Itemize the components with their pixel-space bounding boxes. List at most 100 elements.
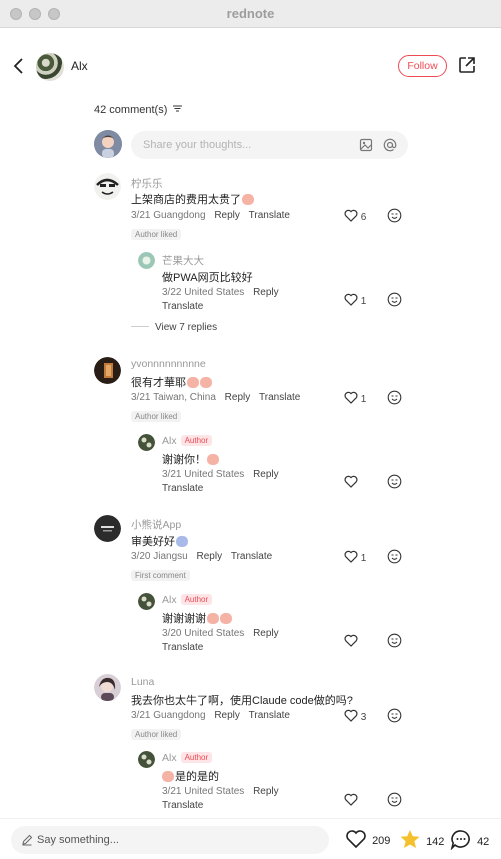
bottom-action-bar: Say something... 209 142 42 xyxy=(0,818,501,859)
share-icon[interactable] xyxy=(458,56,476,74)
reply-location: United States xyxy=(184,469,245,480)
translate-button[interactable]: Translate xyxy=(162,800,203,811)
emoji-reaction-icon[interactable] xyxy=(387,208,402,223)
heart-icon xyxy=(344,550,358,563)
reply-button[interactable]: Reply xyxy=(253,469,279,480)
mention-icon[interactable] xyxy=(383,138,397,152)
reply-location: United States xyxy=(184,628,245,639)
post-like-button[interactable]: 209 xyxy=(345,829,390,849)
reply-text: 谢谢你！ xyxy=(162,451,219,467)
reply-button[interactable]: Reply xyxy=(253,628,279,639)
heart-icon xyxy=(344,793,358,806)
image-icon[interactable] xyxy=(359,138,373,152)
like-button[interactable]: 1 xyxy=(344,391,366,405)
like-button[interactable]: 1 xyxy=(344,550,366,564)
post-collect-button[interactable]: 142 xyxy=(399,829,444,850)
like-button[interactable] xyxy=(344,793,358,807)
translate-button[interactable]: Translate xyxy=(231,551,272,562)
commenter-name[interactable]: 小熊说App xyxy=(131,517,181,532)
commenter-avatar[interactable] xyxy=(94,357,121,384)
emoji-reaction-icon[interactable] xyxy=(387,549,402,564)
first-comment-badge: First comment xyxy=(131,570,190,581)
like-button[interactable] xyxy=(344,634,358,648)
like-button[interactable]: 6 xyxy=(344,209,366,223)
replier-name[interactable]: 芒果大大 xyxy=(162,253,204,268)
view-more-replies[interactable]: View 7 replies xyxy=(131,322,217,333)
comment-text: 上架商店的费用太贵了 xyxy=(131,191,254,207)
emoji-icon xyxy=(207,454,219,465)
translate-button[interactable]: Translate xyxy=(162,642,203,653)
comment-meta: 3/20 Jiangsu Reply Translate xyxy=(131,551,272,562)
author-name[interactable]: Alx xyxy=(71,59,88,73)
emoji-reaction-icon[interactable] xyxy=(387,474,402,489)
emoji-reaction-icon[interactable] xyxy=(387,708,402,723)
reply-button[interactable]: Reply xyxy=(253,786,279,797)
reply-meta: 3/22 United States Reply xyxy=(162,287,279,298)
emoji-reaction-icon[interactable] xyxy=(387,292,402,307)
author-tag: Author xyxy=(180,594,213,605)
comment-bubble-icon xyxy=(450,830,470,851)
post-collect-count: 142 xyxy=(426,836,445,848)
commenter-avatar[interactable] xyxy=(94,674,121,701)
emoji-reaction-icon[interactable] xyxy=(387,633,402,648)
reply-date: 3/21 xyxy=(162,786,182,797)
translate-button[interactable]: Translate xyxy=(249,710,290,721)
like-button[interactable]: 3 xyxy=(344,709,366,723)
translate-button[interactable]: Translate xyxy=(249,210,290,221)
divider-line xyxy=(131,326,149,327)
comment-text-content: 上架商店的费用太贵了 xyxy=(131,194,241,206)
reply-button[interactable]: Reply xyxy=(214,210,240,221)
comment-location: Guangdong xyxy=(153,710,206,721)
comment-location: Jiangsu xyxy=(153,551,188,562)
commenter-name[interactable]: 柠乐乐 xyxy=(131,176,163,191)
commenter-avatar[interactable] xyxy=(94,173,121,200)
author-avatar[interactable] xyxy=(36,53,64,81)
emoji-icon xyxy=(220,613,232,624)
translate-button[interactable]: Translate xyxy=(162,483,203,494)
emoji-reaction-icon[interactable] xyxy=(387,792,402,807)
author-liked-badge: Author liked xyxy=(131,729,182,740)
reply-button[interactable]: Reply xyxy=(214,710,240,721)
emoji-reaction-icon[interactable] xyxy=(387,390,402,405)
comment-meta: 3/21 Guangdong Reply Translate xyxy=(131,710,290,721)
comment-input-placeholder: Share your thoughts... xyxy=(143,139,252,151)
replier-avatar[interactable] xyxy=(138,252,155,269)
like-count: 1 xyxy=(360,394,367,405)
emoji-icon xyxy=(162,771,174,782)
commenter-name[interactable]: yvonnnnnnnnne xyxy=(131,358,206,370)
replier-name-text[interactable]: Alx xyxy=(162,752,177,764)
post-comment-button[interactable]: 42 xyxy=(450,829,489,851)
replier-name-text[interactable]: Alx xyxy=(162,435,177,447)
reply-date: 3/22 xyxy=(162,287,182,298)
reply-text-content: 是的是的 xyxy=(175,771,219,783)
translate-button[interactable]: Translate xyxy=(162,301,203,312)
current-user-avatar xyxy=(94,130,122,158)
heart-icon xyxy=(344,475,358,488)
comment-location: Taiwan, China xyxy=(153,392,216,403)
say-something-input[interactable]: Say something... xyxy=(11,826,329,854)
author-tag: Author xyxy=(180,435,213,446)
replier-avatar[interactable] xyxy=(138,751,155,768)
reply-button[interactable]: Reply xyxy=(253,287,279,298)
reply-button[interactable]: Reply xyxy=(197,551,223,562)
back-arrow-icon[interactable] xyxy=(10,56,28,76)
reply-button[interactable]: Reply xyxy=(225,392,251,403)
like-count: 1 xyxy=(360,296,367,307)
translate-button[interactable]: Translate xyxy=(259,392,300,403)
like-count: 6 xyxy=(360,212,367,223)
emoji-icon xyxy=(200,377,212,388)
like-button[interactable] xyxy=(344,475,358,489)
commenter-name[interactable]: Luna xyxy=(131,676,154,688)
replier-avatar[interactable] xyxy=(138,434,155,451)
like-button[interactable]: 1 xyxy=(344,293,366,307)
replier-avatar[interactable] xyxy=(138,593,155,610)
follow-button[interactable]: Follow xyxy=(398,55,447,77)
view-more-label: View 7 replies xyxy=(155,322,218,333)
comment-input[interactable]: Share your thoughts... xyxy=(131,131,408,159)
heart-icon xyxy=(344,209,358,222)
comment-count: 42 comment(s) xyxy=(94,104,183,116)
replier-name-text[interactable]: Alx xyxy=(162,594,177,606)
sort-icon[interactable] xyxy=(173,105,183,112)
commenter-avatar[interactable] xyxy=(94,515,121,542)
comment-date: 3/20 xyxy=(131,551,151,562)
